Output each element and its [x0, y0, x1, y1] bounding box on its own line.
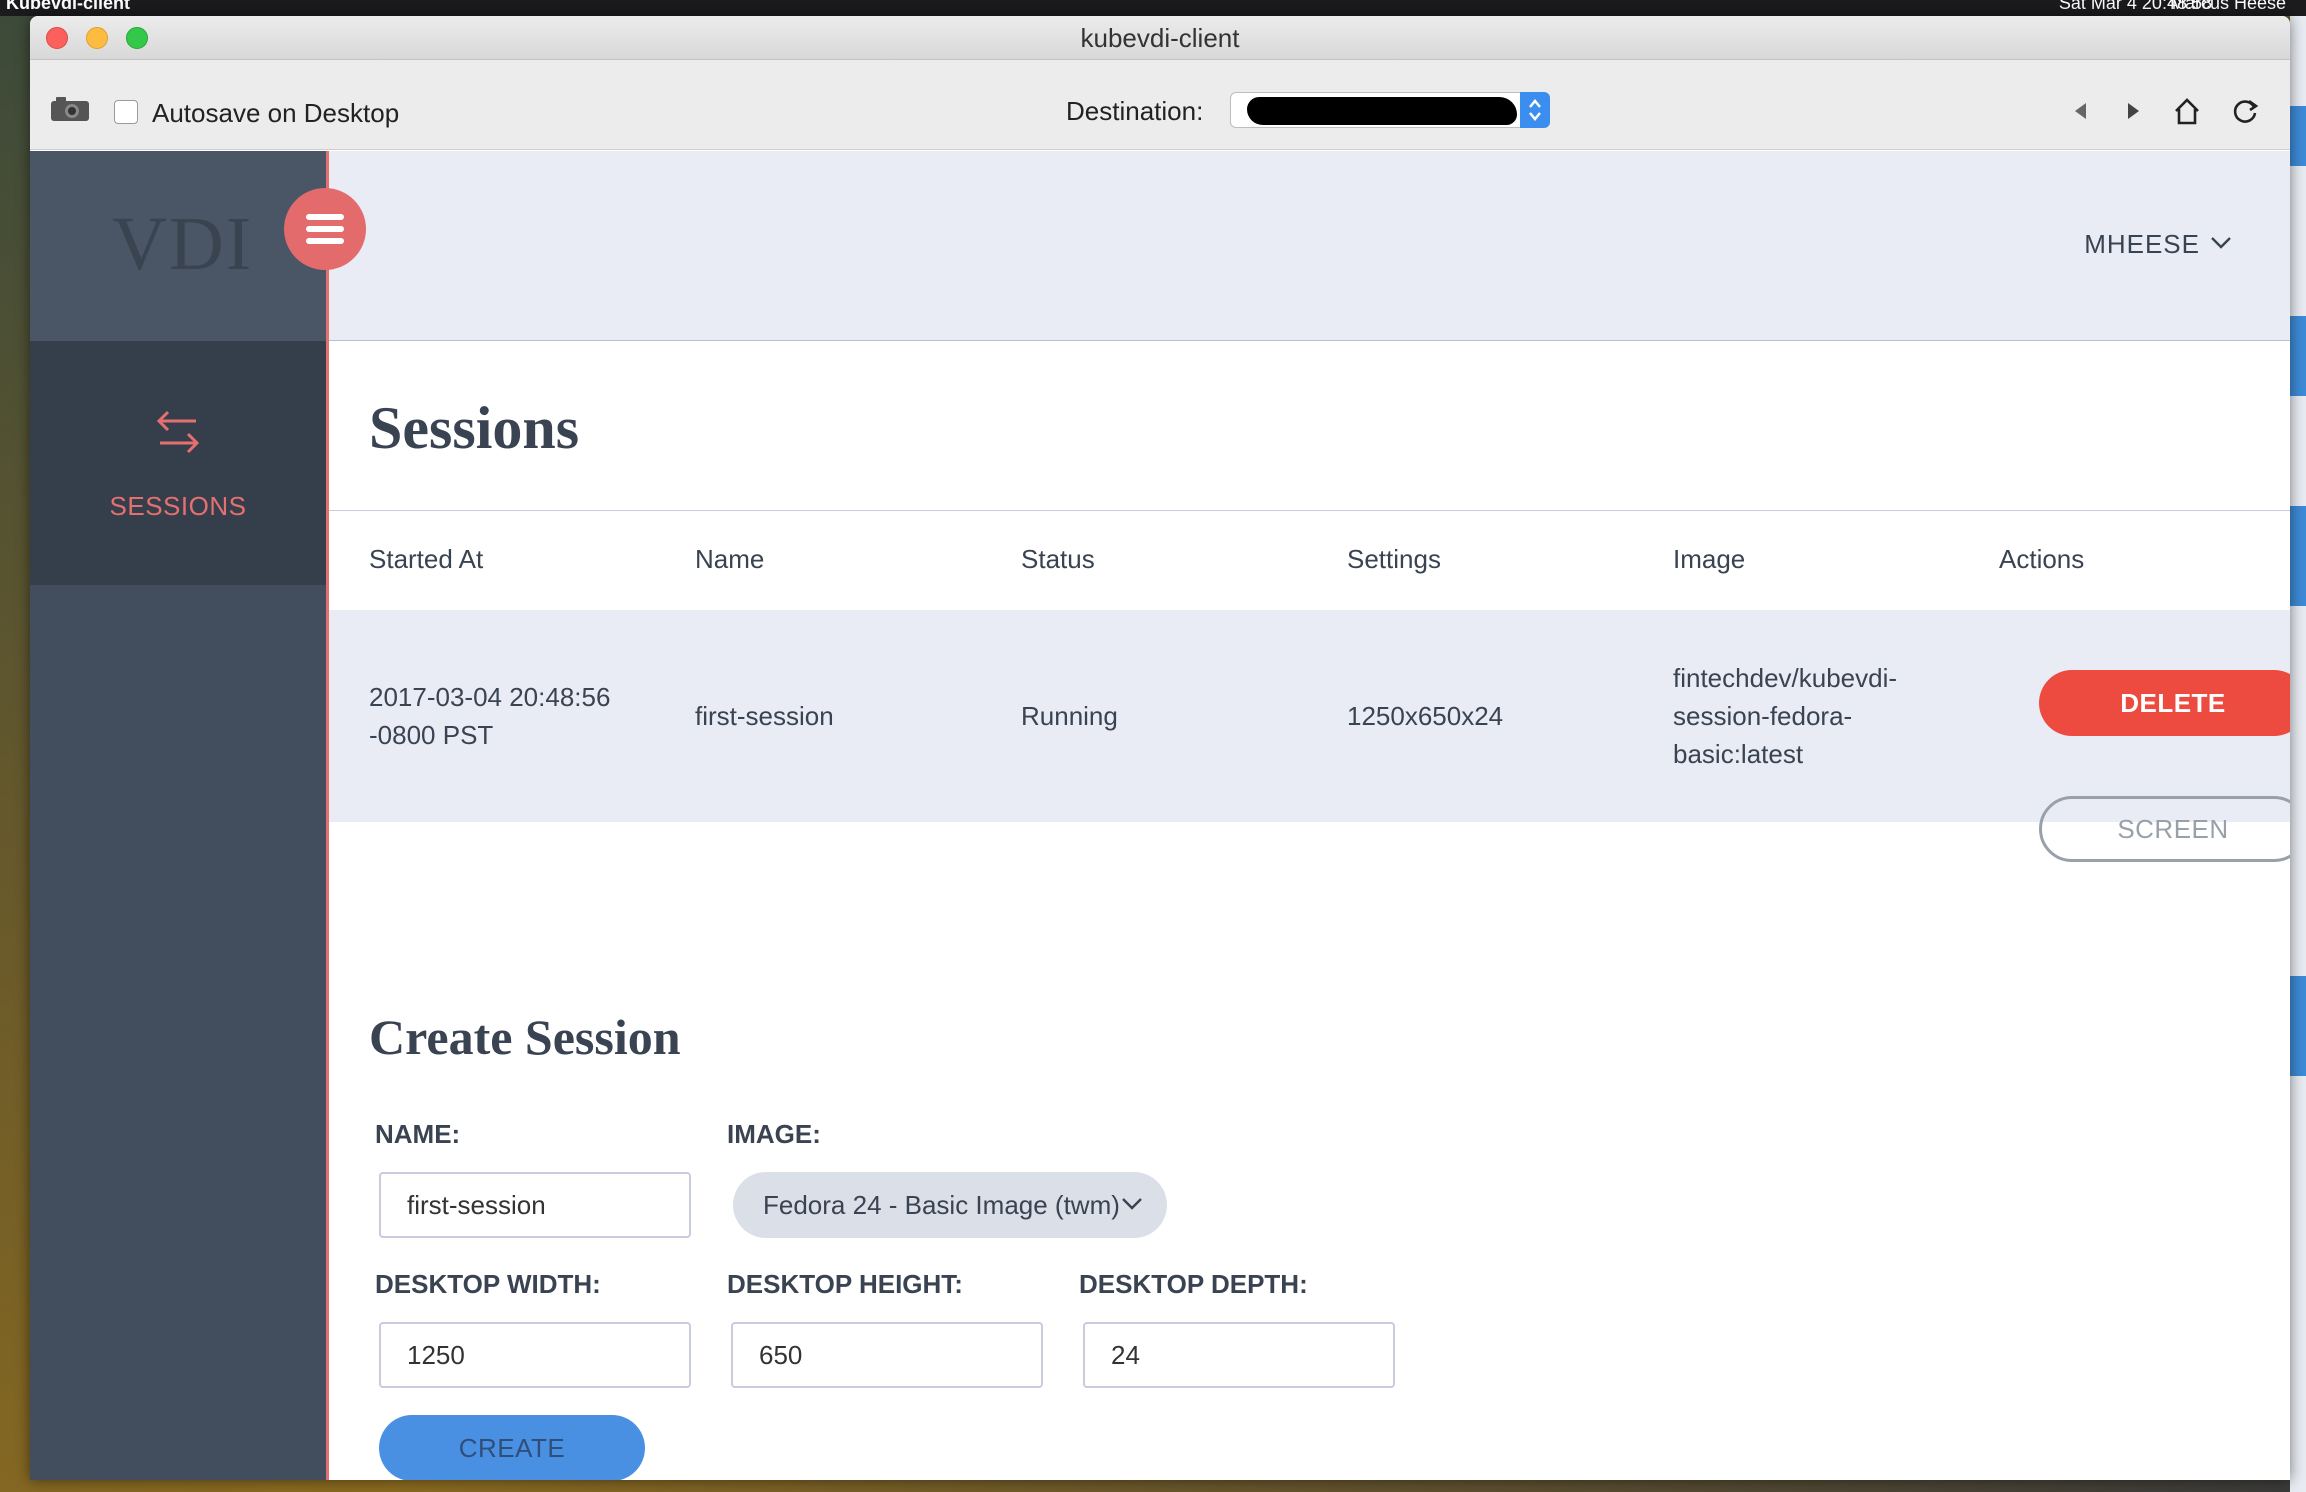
- destination-label: Destination:: [1066, 96, 1204, 126]
- minimize-window-button[interactable]: [86, 27, 108, 49]
- title-divider: [329, 510, 2290, 511]
- sidebar: VDI SESSIONS: [30, 151, 326, 1480]
- column-header-image: Image: [1673, 544, 1746, 574]
- create-session-title: Create Session: [369, 1009, 681, 1065]
- camera-icon[interactable]: [50, 96, 90, 122]
- desktop-depth-label: DESKTOP DEPTH:: [1079, 1269, 1308, 1299]
- hamburger-menu-button[interactable]: [284, 188, 366, 270]
- name-input[interactable]: first-session: [379, 1172, 691, 1238]
- vdi-logo[interactable]: VDI: [112, 201, 253, 288]
- window-titlebar[interactable]: kubevdi-client: [30, 16, 2290, 60]
- destination-select[interactable]: [1230, 92, 1550, 128]
- select-arrows-icon[interactable]: [1520, 92, 1550, 128]
- cell-status: Running: [1021, 701, 1118, 731]
- image-select[interactable]: Fedora 24 - Basic Image (twm): [733, 1172, 1167, 1238]
- column-header-status: Status: [1021, 544, 1095, 574]
- zoom-window-button[interactable]: [126, 27, 148, 49]
- reload-icon[interactable]: [2230, 96, 2260, 126]
- window-title: kubevdi-client: [1080, 23, 1240, 53]
- cell-settings: 1250x650x24: [1347, 701, 1504, 731]
- menubar-user[interactable]: Marcus Heese: [2170, 0, 2286, 12]
- chevron-down-icon[interactable]: [2210, 235, 2232, 251]
- desktop-width-label: DESKTOP WIDTH:: [375, 1269, 601, 1299]
- column-header-actions: Actions: [1999, 544, 2085, 574]
- macos-menubar: Kubevdi-client Sat Mar 4 20:48:58 Marcus…: [0, 0, 2306, 16]
- image-select-value: Fedora 24 - Basic Image (twm): [763, 1190, 1120, 1220]
- back-arrow-icon[interactable]: [2066, 96, 2096, 126]
- sidebar-item-label: SESSIONS: [109, 491, 247, 521]
- page-title: Sessions: [369, 395, 580, 461]
- create-button[interactable]: CREATE: [379, 1415, 645, 1480]
- main-content: Sessions Started At Name Status Settings…: [329, 342, 2290, 1480]
- table-row: 2017-03-04 20:48:56 -0800 PST first-sess…: [329, 610, 2290, 862]
- delete-session-button[interactable]: DELETE: [2039, 670, 2290, 736]
- hamburger-icon: [306, 214, 344, 220]
- background-window-edge: [2290, 16, 2306, 1492]
- user-menu[interactable]: MHEESE: [2084, 229, 2200, 260]
- cell-image: fintechdev/kubevdi- session-fedora- basi…: [1673, 663, 1898, 769]
- home-icon[interactable]: [2172, 96, 2202, 126]
- swap-arrows-icon: [156, 410, 200, 454]
- window-toolbar: Autosave on Desktop Destination:: [30, 60, 2290, 150]
- name-label: NAME:: [375, 1119, 461, 1149]
- forward-arrow-icon[interactable]: [2118, 96, 2148, 126]
- close-window-button[interactable]: [46, 27, 68, 49]
- column-header-started-at: Started At: [369, 544, 484, 574]
- chevron-down-icon: [1122, 1198, 1142, 1210]
- menubar-app-name[interactable]: Kubevdi-client: [6, 0, 130, 12]
- desktop-height-label: DESKTOP HEIGHT:: [727, 1269, 963, 1299]
- desktop-depth-input[interactable]: 24: [1083, 1322, 1395, 1388]
- desktop-width-input[interactable]: 1250: [379, 1322, 691, 1388]
- cell-started-at: 2017-03-04 20:48:56 -0800 PST: [369, 682, 611, 750]
- app-window: kubevdi-client Autosave on Desktop Desti…: [30, 16, 2290, 1480]
- autosave-label: Autosave on Desktop: [152, 98, 400, 128]
- cell-name: first-session: [695, 701, 834, 731]
- column-header-settings: Settings: [1347, 544, 1441, 574]
- app-header: MHEESE: [329, 151, 2290, 341]
- sidebar-item-sessions[interactable]: SESSIONS: [30, 341, 326, 585]
- redacted-destination: [1247, 97, 1517, 125]
- image-label: IMAGE:: [727, 1119, 821, 1149]
- screen-session-button[interactable]: SCREEN: [2039, 796, 2290, 862]
- desktop-height-input[interactable]: 650: [731, 1322, 1043, 1388]
- autosave-checkbox[interactable]: [114, 100, 138, 124]
- logo-area: VDI: [30, 151, 326, 341]
- column-header-name: Name: [695, 544, 765, 574]
